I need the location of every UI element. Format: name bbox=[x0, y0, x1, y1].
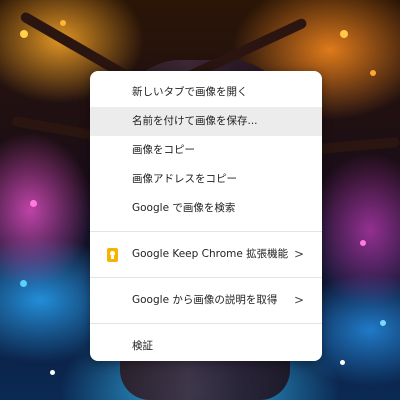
menu-separator bbox=[90, 323, 322, 324]
glow-dot bbox=[30, 200, 37, 207]
menu-item-google-keep-extension[interactable]: Google Keep Chrome 拡張機能 > bbox=[90, 240, 322, 269]
menu-item-search-image-google[interactable]: Google で画像を検索 bbox=[90, 194, 322, 223]
menu-item-label: Google から画像の説明を取得 bbox=[132, 294, 278, 306]
glow-dot bbox=[370, 70, 376, 76]
glow-dot bbox=[360, 240, 366, 246]
glow-dot bbox=[340, 360, 345, 365]
chevron-right-icon: > bbox=[293, 247, 304, 261]
menu-separator bbox=[90, 277, 322, 278]
glow-dot bbox=[50, 370, 55, 375]
glow-dot bbox=[380, 320, 386, 326]
menu-item-inspect[interactable]: 検証 bbox=[90, 332, 322, 361]
glow-dot bbox=[340, 30, 348, 38]
menu-item-open-image-new-tab[interactable]: 新しいタブで画像を開く bbox=[90, 78, 322, 107]
chevron-right-icon: > bbox=[293, 293, 304, 307]
menu-item-save-image-as[interactable]: 名前を付けて画像を保存... bbox=[90, 107, 322, 136]
menu-item-copy-image[interactable]: 画像をコピー bbox=[90, 136, 322, 165]
menu-separator bbox=[90, 231, 322, 232]
menu-item-get-image-description[interactable]: Google から画像の説明を取得 > bbox=[90, 286, 322, 315]
glow-dot bbox=[60, 20, 66, 26]
glow-dot bbox=[20, 280, 27, 287]
menu-item-label: Google Keep Chrome 拡張機能 bbox=[132, 248, 289, 260]
context-menu: 新しいタブで画像を開く 名前を付けて画像を保存... 画像をコピー 画像アドレス… bbox=[90, 71, 322, 361]
glow-dot bbox=[20, 30, 28, 38]
menu-item-copy-image-address[interactable]: 画像アドレスをコピー bbox=[90, 165, 322, 194]
google-keep-icon bbox=[107, 248, 118, 262]
